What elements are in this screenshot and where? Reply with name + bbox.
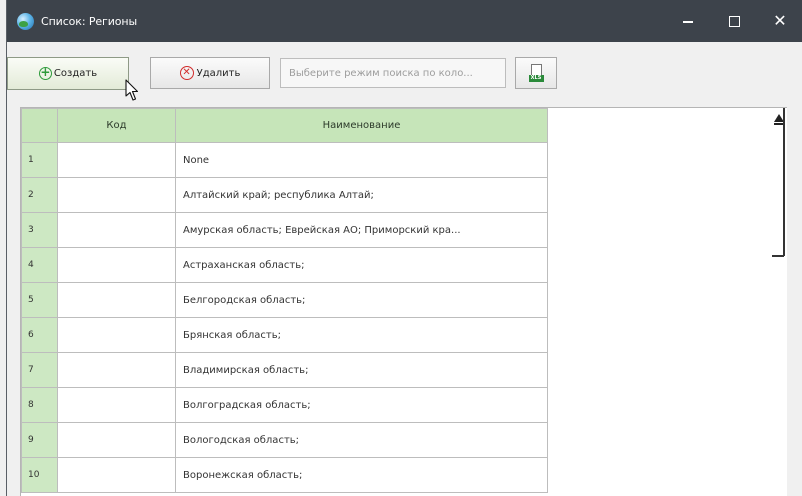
cell-code[interactable]	[57, 282, 176, 318]
select-all-corner[interactable]	[21, 108, 58, 143]
table-row[interactable]: 4 Астраханская область;	[21, 247, 548, 283]
create-button[interactable]: + Создать	[7, 57, 129, 90]
vertical-scrollbar[interactable]	[769, 108, 787, 496]
table-row[interactable]: 2 Алтайский край; республика Алтай;	[21, 177, 548, 213]
cell-code[interactable]	[57, 177, 176, 213]
cell-name[interactable]: None	[175, 142, 548, 178]
row-number[interactable]: 1	[21, 142, 58, 178]
cell-code[interactable]	[57, 457, 176, 493]
close-button[interactable]: ✕	[757, 0, 802, 42]
cell-name[interactable]: Воронежская область;	[175, 457, 548, 493]
cell-code[interactable]	[57, 387, 176, 423]
delete-button[interactable]: ✕ Удалить	[150, 57, 270, 89]
delete-circle-icon: ✕	[179, 66, 194, 80]
cell-code[interactable]	[57, 422, 176, 458]
scroll-thumb[interactable]	[783, 108, 785, 256]
title-bar[interactable]: Список: Регионы ✕	[7, 0, 802, 42]
regions-list-window: Список: Регионы ✕ + Создать ✕ Удалить XL…	[6, 0, 802, 496]
cell-code[interactable]	[57, 212, 176, 248]
cell-name[interactable]: Вологодская область;	[175, 422, 548, 458]
row-number[interactable]: 4	[21, 247, 58, 283]
row-number[interactable]: 7	[21, 352, 58, 388]
cell-name[interactable]: Владимирская область;	[175, 352, 548, 388]
row-number[interactable]: 6	[21, 317, 58, 353]
cell-code[interactable]	[57, 142, 176, 178]
cell-code[interactable]	[57, 247, 176, 283]
search-mode-input[interactable]	[280, 58, 506, 88]
row-number[interactable]: 8	[21, 387, 58, 423]
table-row[interactable]: 6 Брянская область;	[21, 317, 548, 353]
column-header-name[interactable]: Наименование	[175, 108, 548, 143]
table-row[interactable]: 5 Белгородская область;	[21, 282, 548, 318]
regions-table: Код Наименование 1 None 2 Алтайский край…	[21, 108, 548, 493]
minimize-button[interactable]	[665, 0, 711, 42]
close-icon: ✕	[773, 11, 787, 30]
cell-name[interactable]: Алтайский край; республика Алтай;	[175, 177, 548, 213]
row-number[interactable]: 10	[21, 457, 58, 493]
table-row[interactable]: 8 Волгоградская область;	[21, 387, 548, 423]
table-row[interactable]: 1 None	[21, 142, 548, 178]
row-number[interactable]: 3	[21, 212, 58, 248]
cell-name[interactable]: Белгородская область;	[175, 282, 548, 318]
cell-code[interactable]	[57, 317, 176, 353]
create-button-label: Создать	[53, 68, 98, 79]
row-number[interactable]: 2	[21, 177, 58, 213]
table-row[interactable]: 10 Воронежская область;	[21, 457, 548, 493]
toolbar: + Создать ✕ Удалить XLS	[7, 57, 802, 91]
window-title: Список: Регионы	[41, 14, 138, 28]
table-header-row: Код Наименование	[21, 108, 548, 143]
app-globe-icon	[17, 12, 34, 30]
row-number[interactable]: 5	[21, 282, 58, 318]
table-row[interactable]: 3 Амурская область; Еврейская АО; Примор…	[21, 212, 548, 248]
column-header-code[interactable]: Код	[57, 108, 176, 143]
cell-name[interactable]: Брянская область;	[175, 317, 548, 353]
table-row[interactable]: 9 Вологодская область;	[21, 422, 548, 458]
maximize-button[interactable]	[711, 0, 757, 42]
cell-name[interactable]: Астраханская область;	[175, 247, 548, 283]
row-number[interactable]: 9	[21, 422, 58, 458]
regions-grid: Код Наименование 1 None 2 Алтайский край…	[20, 107, 787, 496]
export-excel-button[interactable]: XLS	[515, 57, 557, 89]
window-controls: ✕	[665, 0, 802, 42]
cell-code[interactable]	[57, 352, 176, 388]
table-row[interactable]: 7 Владимирская область;	[21, 352, 548, 388]
cell-name[interactable]: Волгоградская область;	[175, 387, 548, 423]
cell-name[interactable]: Амурская область; Еврейская АО; Приморск…	[175, 212, 548, 248]
delete-button-label: Удалить	[196, 67, 241, 79]
plus-circle-icon: +	[38, 65, 52, 80]
excel-export-icon: XLS	[528, 64, 544, 82]
